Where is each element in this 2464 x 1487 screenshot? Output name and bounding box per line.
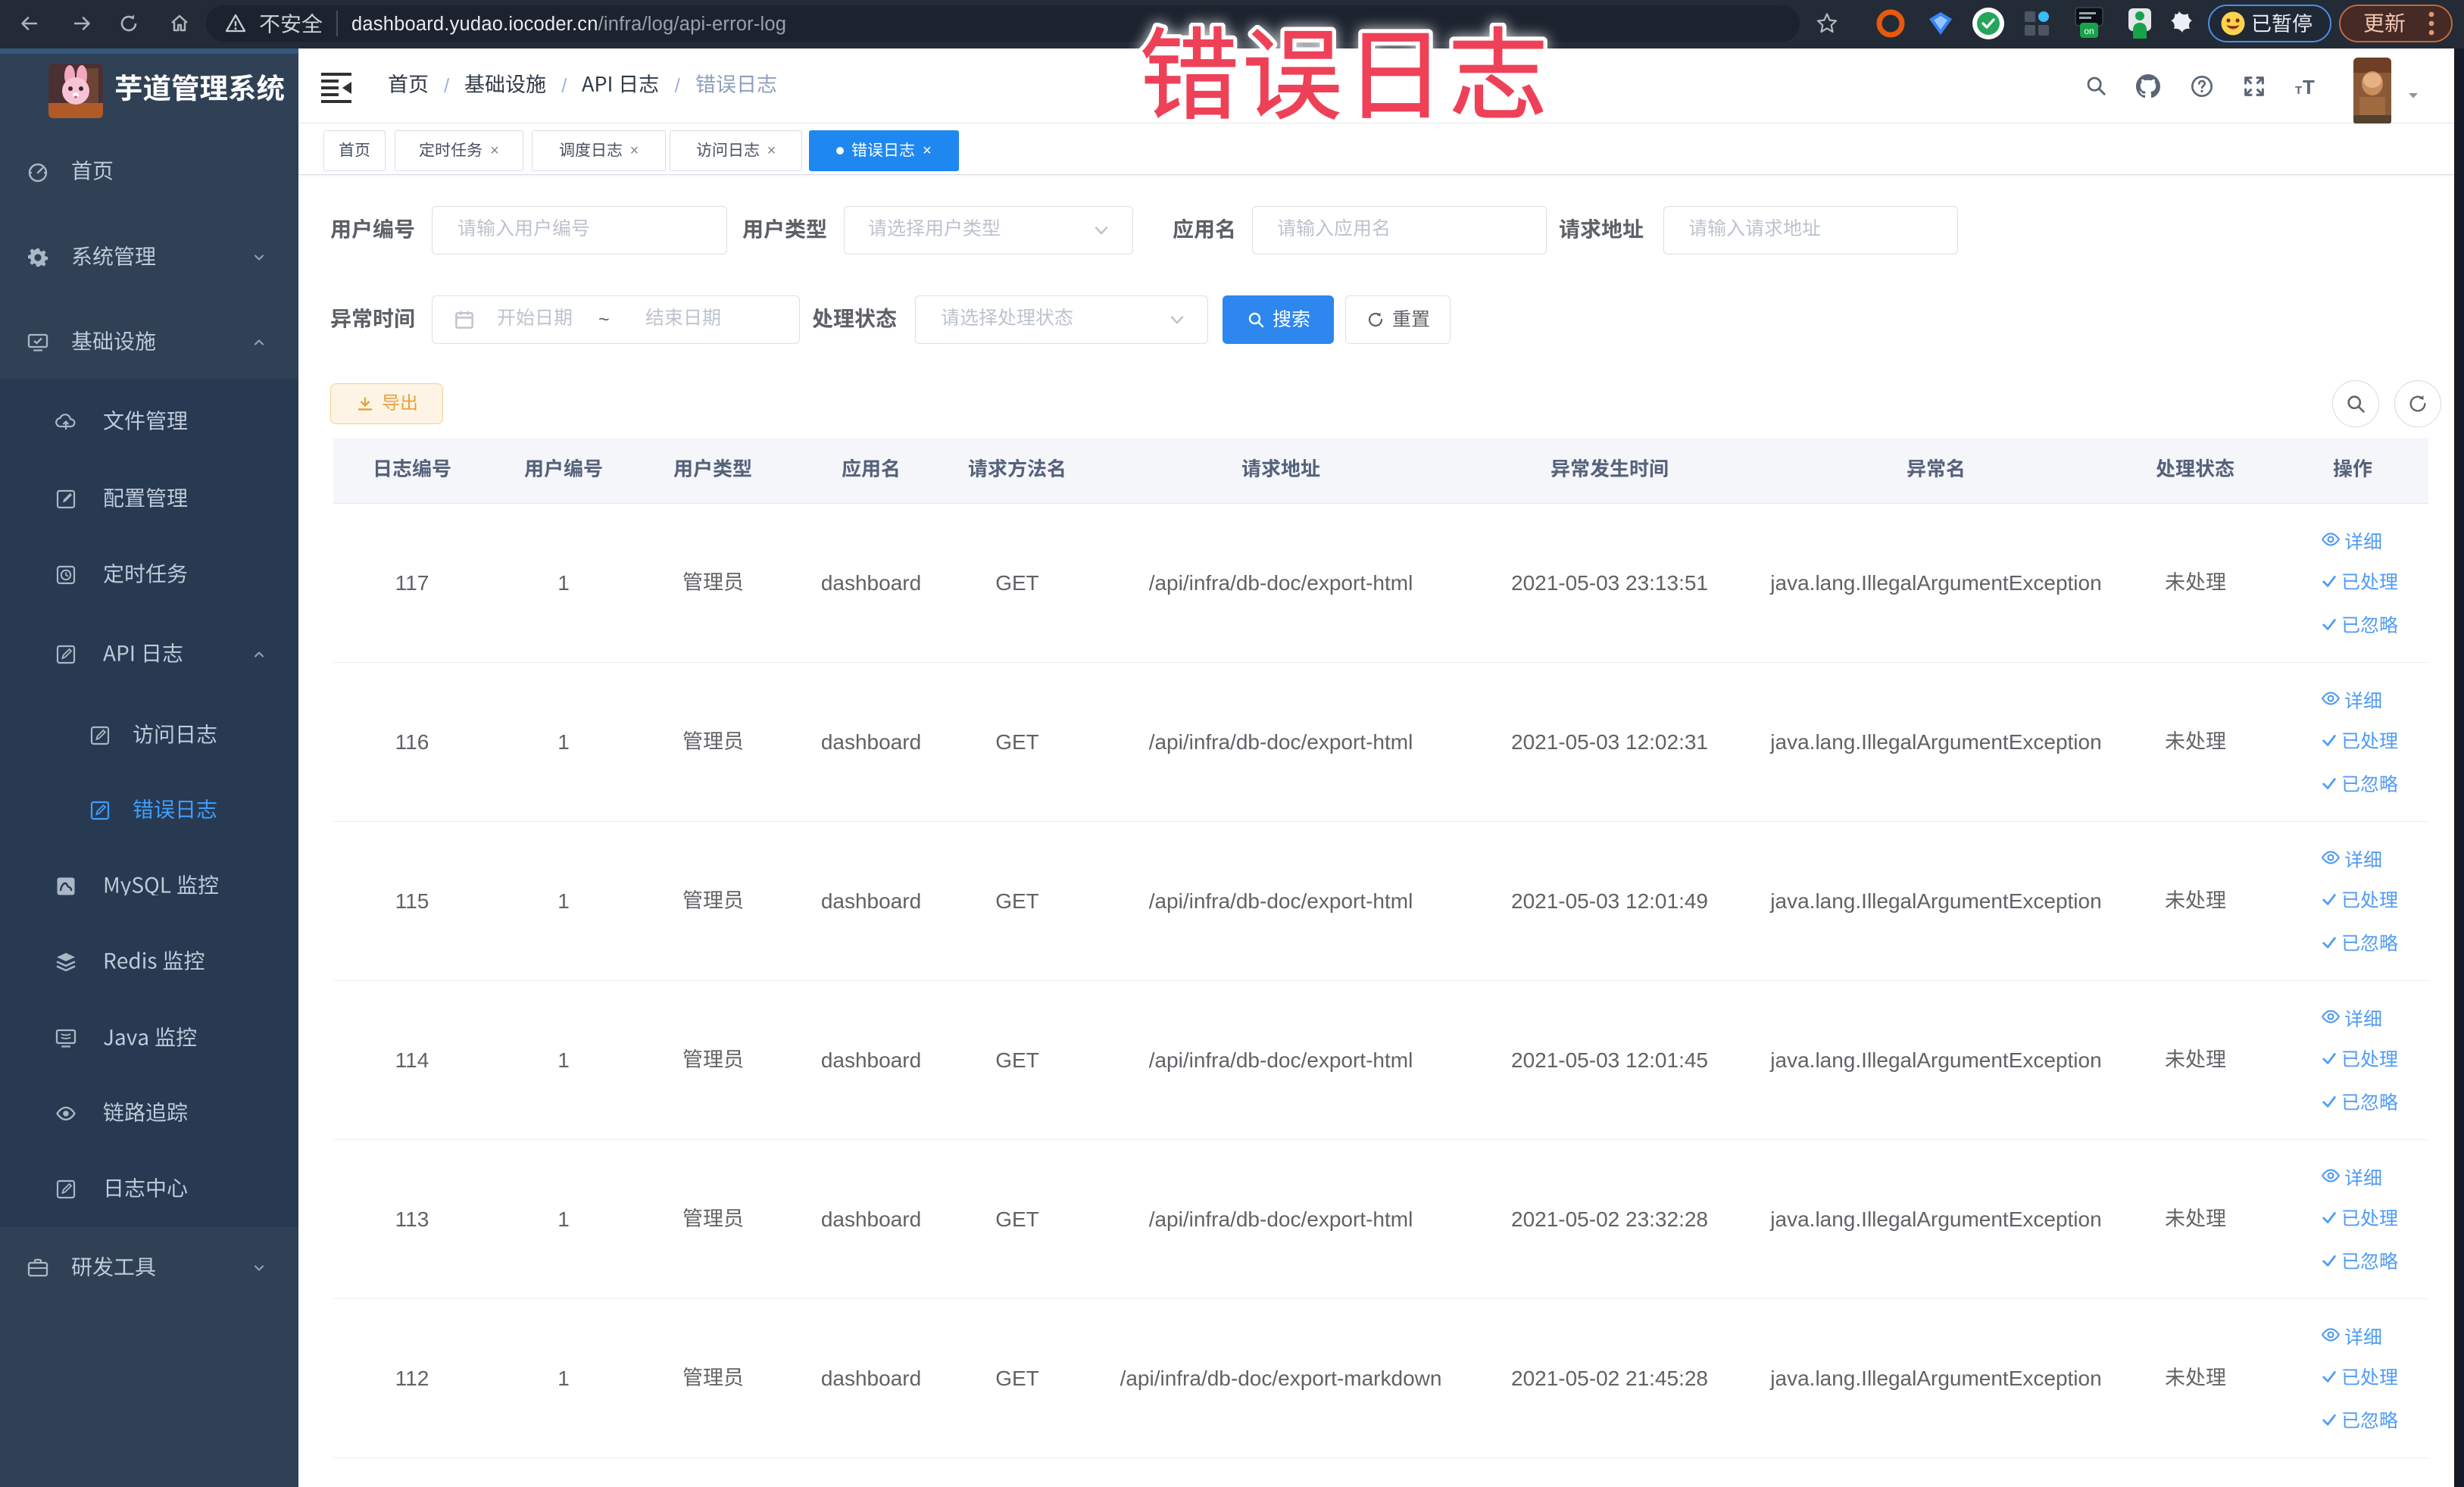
svg-text:on: on xyxy=(2084,26,2094,36)
svg-text:T: T xyxy=(2303,76,2315,98)
svg-text:T: T xyxy=(2295,84,2302,97)
